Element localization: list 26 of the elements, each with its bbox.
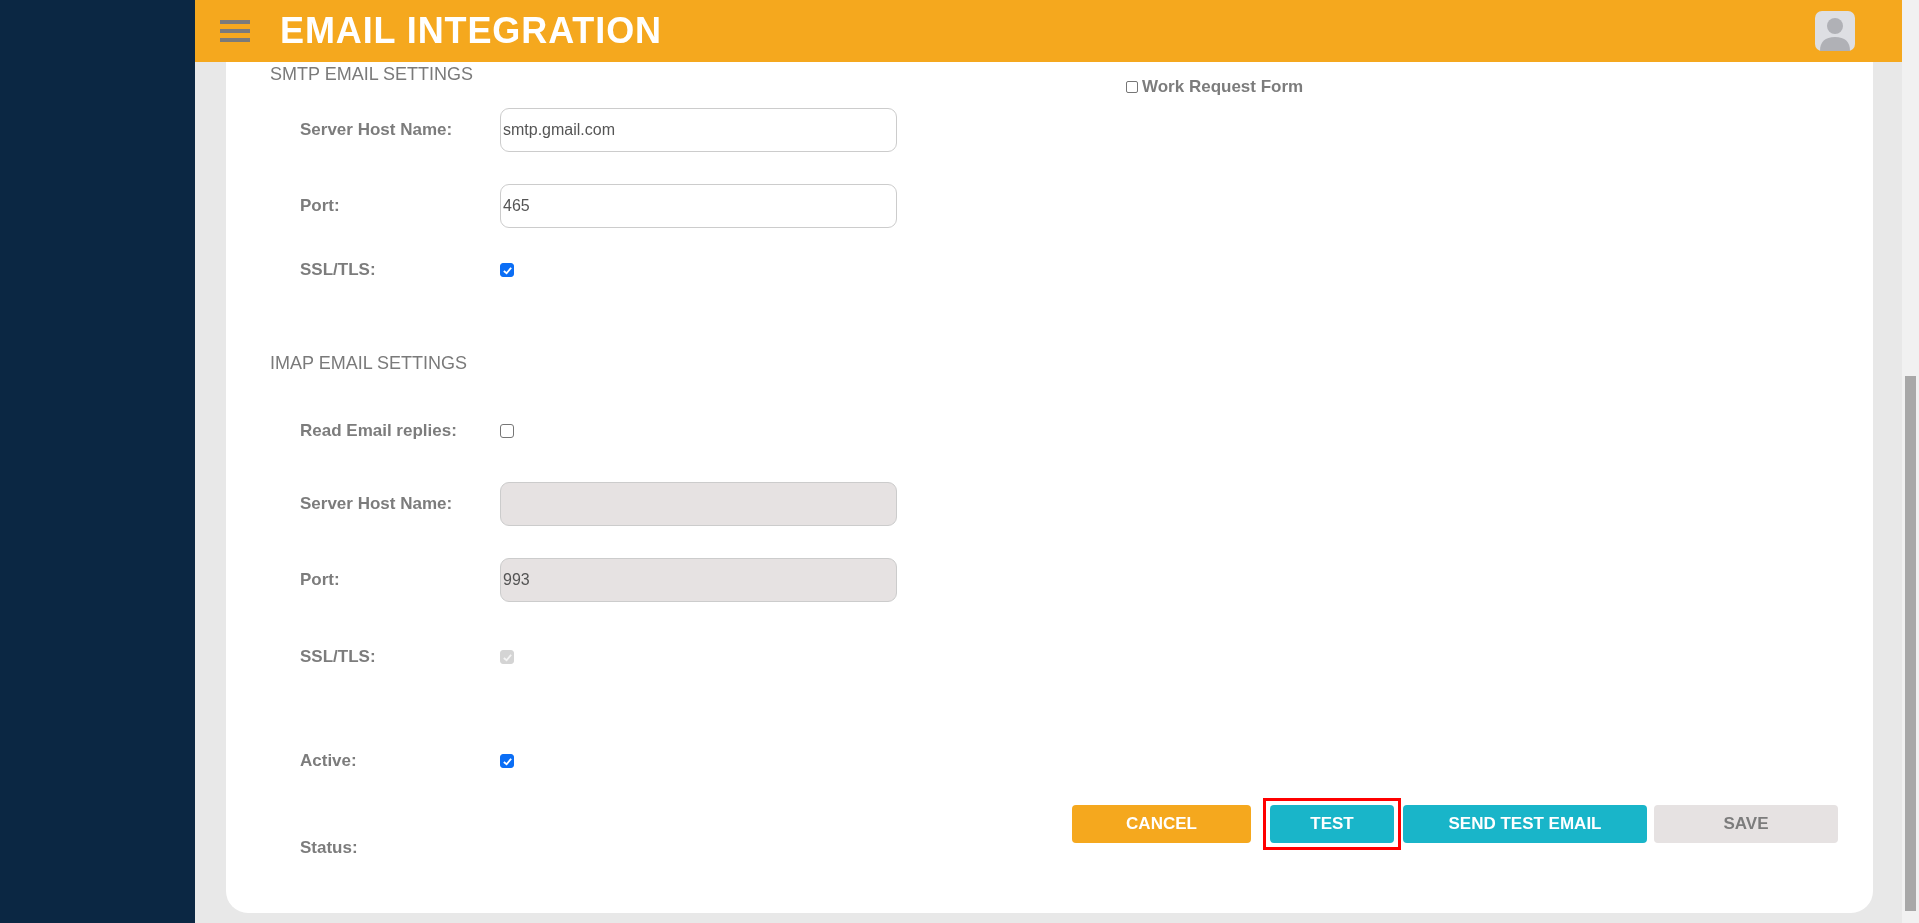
scrollbar[interactable] bbox=[1902, 0, 1919, 923]
section-heading: IMAP EMAIL SETTINGS bbox=[270, 353, 469, 373]
menu-icon[interactable] bbox=[220, 19, 250, 43]
avatar-icon[interactable] bbox=[1815, 11, 1855, 51]
checkbox-label: Work Request Form bbox=[1142, 76, 1304, 98]
section-heading: SMTP EMAIL SETTINGS bbox=[270, 64, 475, 84]
action-button[interactable]: SAVE bbox=[1654, 805, 1838, 843]
field-label: SSL/TLS: bbox=[300, 259, 377, 282]
field-label: Port: bbox=[300, 195, 341, 218]
field-label: Port: bbox=[300, 569, 341, 592]
action-button[interactable]: SEND TEST EMAIL bbox=[1403, 805, 1647, 843]
checkbox[interactable] bbox=[500, 424, 514, 438]
action-button[interactable]: TEST bbox=[1270, 805, 1394, 843]
field-label: Active: bbox=[300, 750, 358, 773]
input-field[interactable]: 465 bbox=[500, 184, 897, 228]
field-label: Server Host Name: bbox=[300, 493, 454, 516]
input-field[interactable]: smtp.gmail.com bbox=[500, 108, 897, 152]
field-label: SSL/TLS: bbox=[300, 646, 377, 669]
action-button[interactable]: CANCEL bbox=[1072, 805, 1251, 843]
checkbox[interactable] bbox=[500, 263, 514, 277]
field-label: Read Email replies: bbox=[300, 420, 458, 443]
checkbox[interactable] bbox=[1126, 80, 1138, 93]
field-label: Server Host Name: bbox=[300, 119, 454, 142]
checkbox[interactable] bbox=[500, 754, 514, 768]
field-label: Status: bbox=[300, 837, 358, 859]
page-title: EMAIL INTEGRATION bbox=[280, 9, 662, 53]
